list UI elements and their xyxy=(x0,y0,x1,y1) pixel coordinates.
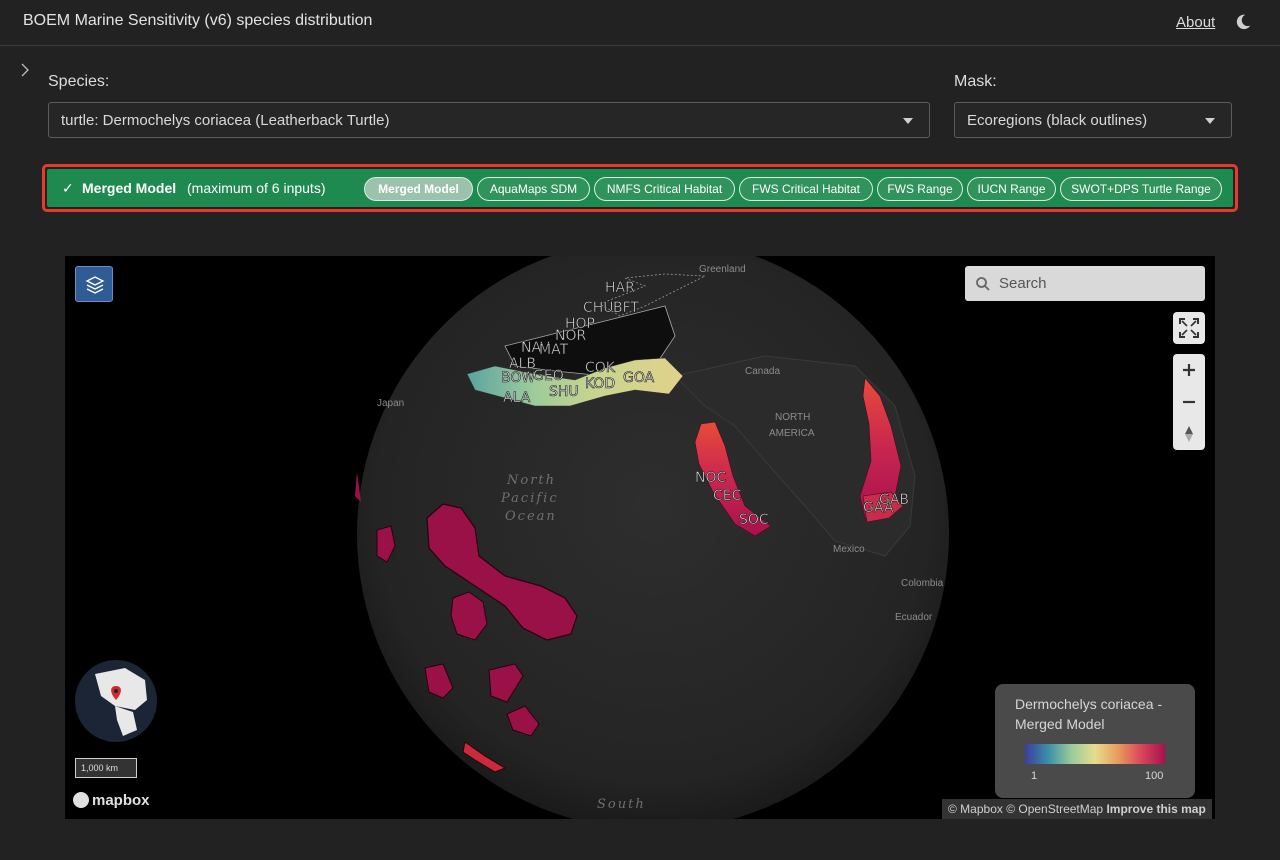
region-label-har: HAR xyxy=(605,280,635,296)
place-label-north: NORTH xyxy=(775,412,810,423)
about-link[interactable]: About xyxy=(1176,14,1215,31)
compass-icon[interactable] xyxy=(1173,418,1205,450)
mapbox-mark-icon xyxy=(73,792,89,808)
mapbox-logo[interactable]: mapbox xyxy=(73,792,150,809)
species-select[interactable]: turtle: Dermochelys coriacea (Leatherbac… xyxy=(48,102,930,138)
zoom-in-icon[interactable] xyxy=(1173,354,1205,386)
merged-model-frame: ✓ Merged Model (maximum of 6 inputs) Mer… xyxy=(42,164,1238,212)
region-label-cec: CEC xyxy=(713,488,742,504)
fullscreen-control xyxy=(1173,312,1205,344)
navigation-control xyxy=(1173,354,1205,450)
region-label-soc: SOC xyxy=(739,512,769,528)
legend-color-ramp xyxy=(1025,744,1165,764)
region-label-geo: GEO xyxy=(533,368,564,384)
merged-model-title: Merged Model xyxy=(82,180,177,196)
region-label-bow: BOW xyxy=(501,370,535,386)
region-label-cok: COK xyxy=(585,360,616,376)
chip-fws-critical-habitat[interactable]: FWS Critical Habitat xyxy=(739,177,873,201)
ocean-label-south: South xyxy=(597,797,646,812)
region-label-gab: GAB xyxy=(879,492,909,508)
attribution-text: © Mapbox © OpenStreetMap xyxy=(948,802,1104,816)
chip-merged-model[interactable]: Merged Model xyxy=(364,177,473,201)
improve-map-link[interactable]: Improve this map xyxy=(1106,802,1205,816)
chip-iucn-range[interactable]: IUCN Range xyxy=(967,177,1056,201)
zoom-out-icon[interactable] xyxy=(1173,386,1205,418)
search-icon xyxy=(976,277,990,291)
place-label-greenland: Greenland xyxy=(699,264,746,275)
region-label-shu: SHU xyxy=(549,384,579,400)
legend-title-line1: Dermochelys coriacea - xyxy=(1015,696,1163,712)
ocean-label-pacific: Pacific xyxy=(500,491,559,506)
place-label-america: AMERICA xyxy=(769,428,815,439)
species-label: Species: xyxy=(48,73,110,90)
app-title: BOEM Marine Sensitivity (v6) species dis… xyxy=(23,12,373,29)
ocean-label-ocean: Ocean xyxy=(505,509,557,524)
place-label-mexico: Mexico xyxy=(833,544,865,555)
layers-icon xyxy=(85,276,105,294)
layers-button[interactable] xyxy=(75,266,113,302)
mask-select[interactable]: Ecoregions (black outlines) xyxy=(954,102,1232,138)
place-label-ecuador: Ecuador xyxy=(895,612,933,623)
place-label-colombia: Colombia xyxy=(901,578,944,589)
chip-nmfs-critical-habitat[interactable]: NMFS Critical Habitat xyxy=(594,177,735,201)
check-icon: ✓ xyxy=(62,180,74,196)
region-label-goa: GOA xyxy=(623,370,655,386)
inset-minimap[interactable] xyxy=(75,660,157,742)
chevron-down-icon xyxy=(903,118,913,124)
scale-bar: 1,000 km xyxy=(75,758,137,778)
mask-label: Mask: xyxy=(954,73,997,90)
region-label-chu: CHU xyxy=(583,300,614,316)
region-label-nor: NOR xyxy=(555,328,586,344)
map-search-input[interactable] xyxy=(965,266,1205,301)
chevron-down-icon xyxy=(1205,118,1215,124)
chip-aquamaps-sdm[interactable]: AquaMaps SDM xyxy=(477,177,590,201)
map-attribution: © Mapbox © OpenStreetMap Improve this ma… xyxy=(942,799,1212,819)
legend-min-value: 1 xyxy=(1031,770,1038,782)
moon-icon[interactable] xyxy=(1234,13,1252,31)
chip-swot-dps-turtle-range[interactable]: SWOT+DPS Turtle Range xyxy=(1060,177,1222,201)
region-label-kod: KOD xyxy=(585,376,615,392)
region-label-ala: ALA xyxy=(503,390,531,406)
chevron-right-icon[interactable] xyxy=(18,62,32,78)
mapbox-logo-text: mapbox xyxy=(92,792,150,809)
map-canvas[interactable]: HAR CHU BFT HOP NAV MAT NOR ALB BOW GEO … xyxy=(65,256,1215,819)
legend-max-value: 100 xyxy=(1145,770,1164,782)
chip-fws-range[interactable]: FWS Range xyxy=(877,177,963,201)
ocean-label-north: North xyxy=(506,473,556,488)
region-label-noc: NOC xyxy=(695,470,726,486)
region-label-bft: BFT xyxy=(613,300,639,316)
region-label-mat: MAT xyxy=(539,342,569,358)
legend-title-line2: Merged Model xyxy=(1015,716,1105,732)
merged-model-bar[interactable]: ✓ Merged Model (maximum of 6 inputs) Mer… xyxy=(47,169,1233,207)
top-bar: BOEM Marine Sensitivity (v6) species dis… xyxy=(0,0,1280,46)
pacific-habitat-edge xyxy=(355,472,361,502)
species-select-value: turtle: Dermochelys coriacea (Leatherbac… xyxy=(61,112,390,129)
place-label-japan: Japan xyxy=(377,398,404,409)
inset-globe xyxy=(95,668,147,736)
place-label-canada: Canada xyxy=(745,366,780,377)
map-legend: Dermochelys coriacea - Merged Model 1 10… xyxy=(995,684,1195,798)
mask-select-value: Ecoregions (black outlines) xyxy=(967,112,1148,129)
fullscreen-icon[interactable] xyxy=(1173,312,1205,344)
merged-model-subtitle: (maximum of 6 inputs) xyxy=(187,180,326,196)
